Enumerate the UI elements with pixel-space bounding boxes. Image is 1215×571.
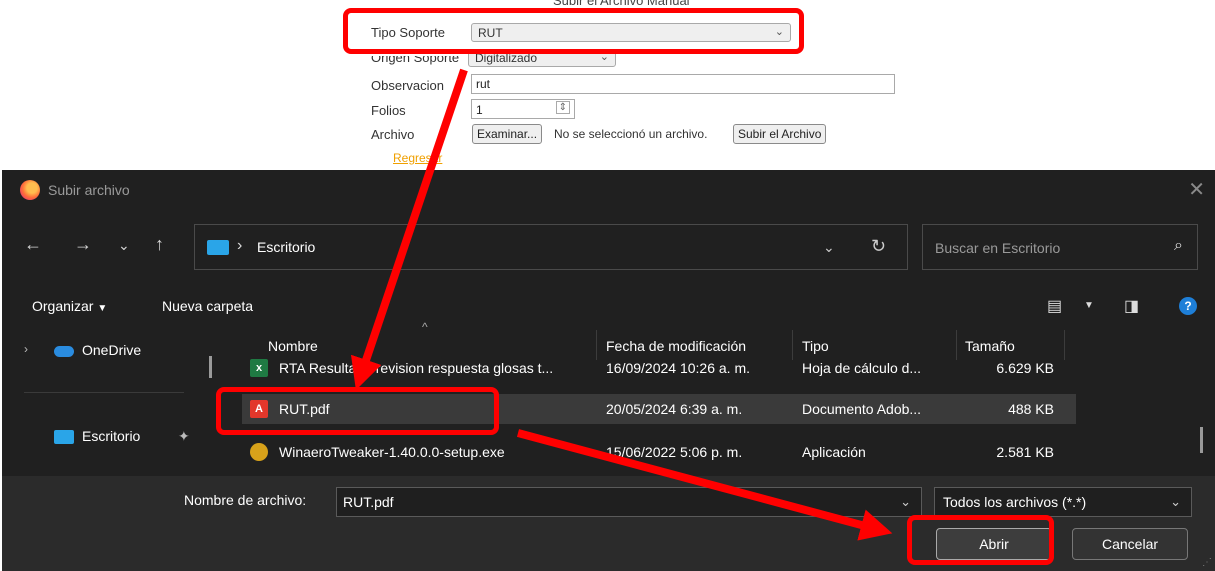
file-date: 20/05/2024 6:39 a. m. — [606, 401, 743, 417]
view-caret-icon[interactable]: ▼ — [1084, 300, 1094, 311]
column-header-date[interactable]: Fecha de modificación — [606, 338, 746, 354]
dialog-titlebar: Subir archivo ✕ — [2, 170, 1215, 210]
file-list-scrollbar[interactable] — [1200, 427, 1203, 453]
organize-label: Organizar — [32, 298, 94, 314]
dialog-title: Subir archivo — [48, 182, 130, 198]
address-path[interactable]: Escritorio — [257, 239, 315, 255]
navigation-scrollbar[interactable] — [209, 356, 212, 378]
folios-value: 1 — [476, 103, 483, 117]
preview-pane-icon[interactable]: ◨ — [1124, 296, 1139, 316]
help-icon[interactable]: ? — [1179, 297, 1197, 315]
sidebar-divider — [24, 392, 184, 393]
search-box[interactable]: Buscar en Escritorio ⌕ — [922, 224, 1198, 270]
file-row[interactable]: WinaeroTweaker-1.40.0.0-setup.exe 15/06/… — [242, 437, 1076, 467]
file-size: 488 KB — [1008, 401, 1054, 417]
column-header-name[interactable]: Nombre — [268, 338, 318, 354]
resize-grip-icon[interactable]: ⋰ — [1202, 557, 1212, 568]
breadcrumb-separator-icon: › — [237, 237, 243, 254]
examinar-button[interactable]: Examinar... — [472, 124, 543, 144]
search-placeholder: Buscar en Escritorio — [935, 240, 1061, 256]
file-date: 16/09/2024 10:26 a. m. — [606, 360, 750, 376]
filename-label: Nombre de archivo: — [184, 492, 307, 508]
address-dropdown-icon[interactable]: ⌄ — [823, 239, 835, 256]
file-name: WinaeroTweaker-1.40.0.0-setup.exe — [279, 444, 505, 460]
file-type: Aplicación — [802, 444, 866, 460]
caret-down-icon: ▼ — [97, 303, 108, 314]
filename-value: RUT.pdf — [343, 494, 394, 510]
form-title: Subir el Archivo Manual — [553, 0, 690, 8]
forward-arrow-icon[interactable]: → — [74, 234, 92, 255]
column-header-type[interactable]: Tipo — [802, 338, 829, 354]
excel-icon: x — [250, 359, 268, 377]
search-icon[interactable]: ⌕ — [1174, 237, 1183, 255]
up-arrow-icon[interactable]: ↑ — [155, 234, 164, 255]
address-bar[interactable]: › Escritorio ⌄ ↻ — [194, 224, 908, 270]
observacion-input[interactable] — [471, 74, 895, 94]
highlight-rut-file — [216, 387, 499, 435]
file-type: Hoja de cálculo d... — [802, 360, 922, 376]
close-icon[interactable]: ✕ — [1188, 177, 1205, 202]
pin-icon[interactable]: ✦ — [178, 428, 190, 445]
observacion-label: Observacion — [371, 78, 444, 93]
installer-icon — [250, 443, 268, 461]
folder-icon — [207, 240, 229, 255]
highlight-open-button — [907, 515, 1054, 565]
filename-input[interactable]: RUT.pdf ⌄ — [336, 487, 922, 517]
dialog-toolbar: Organizar ▼ Nueva carpeta ▤ ▼ ◨ ? — [2, 288, 1215, 324]
sort-ascending-icon: ^ — [422, 320, 428, 334]
file-date: 15/06/2022 5:06 p. m. — [606, 444, 743, 460]
back-arrow-icon[interactable]: ← — [24, 234, 42, 255]
column-header-size[interactable]: Tamaño — [965, 338, 1015, 354]
file-type: Documento Adob... — [802, 401, 922, 417]
file-status-text: No se seleccionó un archivo. — [554, 127, 708, 141]
chevron-down-icon: ⌄ — [1170, 494, 1181, 509]
spinner-icon[interactable]: ⇕ — [555, 101, 570, 114]
file-type-filter-value: Todos los archivos (*.*) — [943, 494, 1087, 510]
cancel-button[interactable]: Cancelar — [1072, 528, 1188, 560]
back-link[interactable]: Regresar — [393, 151, 442, 165]
view-options-icon[interactable]: ▤ — [1047, 296, 1062, 316]
archivo-label: Archivo — [371, 127, 415, 142]
organize-menu[interactable]: Organizar ▼ — [32, 298, 107, 314]
chevron-down-icon[interactable]: ⌄ — [900, 494, 911, 510]
file-name: RTA Resultado revision respuesta glosas … — [279, 360, 554, 376]
expand-chevron-icon[interactable]: › — [24, 342, 28, 356]
folder-icon — [54, 430, 74, 444]
firefox-icon — [20, 180, 40, 200]
sidebar-item-escritorio[interactable]: Escritorio — [82, 428, 140, 444]
new-folder-button[interactable]: Nueva carpeta — [162, 298, 253, 314]
refresh-icon[interactable]: ↻ — [871, 236, 886, 257]
folios-label: Folios — [371, 103, 406, 118]
recent-locations-chevron-icon[interactable]: ⌄ — [118, 237, 130, 254]
file-type-filter[interactable]: Todos los archivos (*.*) ⌄ — [934, 487, 1192, 517]
navigation-bar: ← → ⌄ ↑ › Escritorio ⌄ ↻ Buscar en Escri… — [2, 220, 1215, 270]
sidebar-item-onedrive[interactable]: OneDrive — [82, 342, 141, 358]
navigation-pane: › OneDrive Escritorio ✦ — [2, 330, 216, 470]
cloud-icon — [54, 346, 74, 357]
folios-stepper[interactable]: 1 ⇕ — [471, 99, 575, 119]
upload-file-button[interactable]: Subir el Archivo — [733, 124, 827, 144]
upload-dialog: Subir archivo ✕ ← → ⌄ ↑ › Escritorio ⌄ ↻… — [2, 170, 1215, 571]
highlight-tipo-soporte — [343, 8, 804, 54]
file-size: 2.581 KB — [996, 444, 1054, 460]
file-row[interactable]: x RTA Resultado revision respuesta glosa… — [242, 353, 1076, 383]
file-size: 6.629 KB — [996, 360, 1054, 376]
